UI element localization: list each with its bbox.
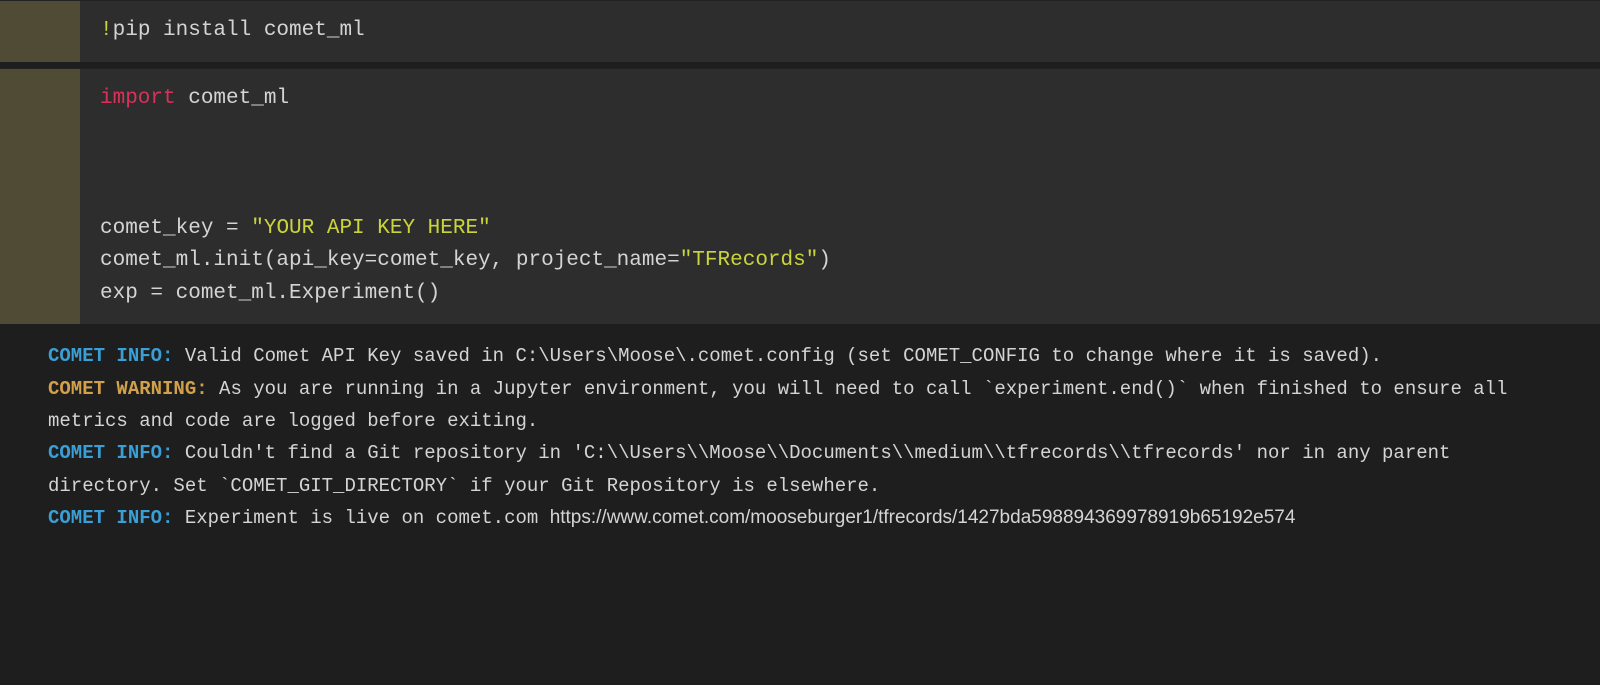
info-tag: COMET INFO: (48, 345, 173, 367)
bang-token: ! (100, 19, 113, 42)
code-cell-2[interactable]: import comet_ml comet_key = "YOUR API KE… (0, 68, 1600, 325)
code-body-1[interactable]: !pip install comet_ml (80, 1, 1600, 62)
keyword-token: import (100, 87, 176, 110)
cell-gutter (0, 69, 80, 325)
code-cell-1[interactable]: !pip install comet_ml (0, 0, 1600, 62)
info-tag: COMET INFO: (48, 442, 173, 464)
code-body-2[interactable]: import comet_ml comet_key = "YOUR API KE… (80, 69, 1600, 325)
output-text: Experiment is live on comet.com (173, 507, 549, 529)
code-text: comet_ml.init(api_key=comet_key, project… (100, 249, 680, 272)
code-text: ) (818, 249, 831, 272)
string-token: "YOUR API KEY HERE" (251, 217, 490, 240)
experiment-link[interactable]: https://www.comet.com/mooseburger1/tfrec… (550, 507, 1296, 528)
code-text: comet_ml (176, 87, 289, 110)
cell-gutter (0, 1, 80, 62)
code-text: exp = comet_ml.Experiment() (100, 282, 440, 305)
cell-output: COMET INFO: Valid Comet API Key saved in… (0, 330, 1600, 544)
code-text: pip install comet_ml (113, 19, 365, 42)
output-text: As you are running in a Jupyter environm… (48, 378, 1519, 432)
warning-tag: COMET WARNING: (48, 378, 208, 400)
string-token: "TFRecords" (680, 249, 819, 272)
info-tag: COMET INFO: (48, 507, 173, 529)
output-text: Couldn't find a Git repository in 'C:\\U… (48, 442, 1462, 496)
output-text: Valid Comet API Key saved in C:\Users\Mo… (173, 345, 1382, 367)
code-text: comet_key = (100, 217, 251, 240)
